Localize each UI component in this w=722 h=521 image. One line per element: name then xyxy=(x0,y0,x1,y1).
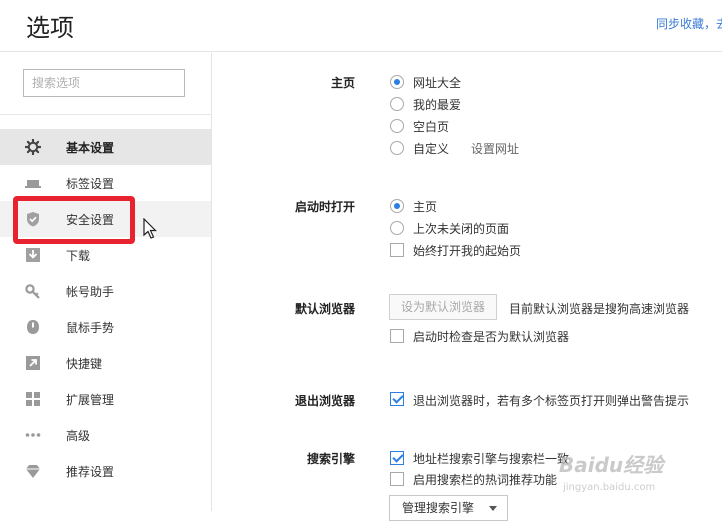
always-open-start-page-label: 始终打开我的起始页 xyxy=(413,244,522,258)
homepage-label: 主页 xyxy=(331,76,356,90)
default-browser-label: 默认浏览器 xyxy=(295,302,356,316)
sidebar: 基本设置 标签设置 安全设置 下载 帐号助手 xyxy=(0,53,212,511)
exit-warning-label: 退出浏览器时，若有多个标签页打开则弹出警告提示 xyxy=(413,394,690,408)
manage-search-engine-button[interactable]: 管理搜索引擎 xyxy=(389,495,508,521)
check-default-on-start-label: 启动时检查是否为默认浏览器 xyxy=(413,330,570,344)
sidebar-item-label: 鼠标手势 xyxy=(66,321,115,335)
sync-favorites-link[interactable]: 同步收藏，去 xyxy=(656,15,722,32)
homepage-radio-navigation[interactable] xyxy=(390,75,404,89)
highlight-annotation xyxy=(13,196,135,244)
exit-browser-label: 退出浏览器 xyxy=(295,394,356,408)
check-default-on-start-checkbox[interactable] xyxy=(390,329,404,343)
homepage-option-label: 网址大全 xyxy=(413,76,462,90)
sync-search-engine-checkbox[interactable] xyxy=(390,451,404,465)
sidebar-item-label: 帐号助手 xyxy=(66,285,115,299)
sidebar-item-label: 扩展管理 xyxy=(66,393,115,407)
hot-words-checkbox[interactable] xyxy=(390,472,404,486)
homepage-option-label: 空白页 xyxy=(413,120,450,134)
dots-icon xyxy=(25,433,41,437)
grid-icon xyxy=(26,392,40,406)
gear-icon xyxy=(25,139,41,155)
sidebar-item-account[interactable]: 帐号助手 xyxy=(0,273,211,309)
search-engine-label: 搜索引擎 xyxy=(307,452,356,466)
sidebar-item-shortcuts[interactable]: 快捷键 xyxy=(0,345,211,381)
sidebar-item-recommended[interactable]: 推荐设置 xyxy=(0,453,211,489)
homepage-radio-favorites[interactable] xyxy=(390,97,404,111)
startup-option-label: 主页 xyxy=(413,200,438,214)
watermark-brand: Baidu经验 xyxy=(559,453,666,477)
mouse-icon xyxy=(27,320,39,334)
always-open-start-page-checkbox[interactable] xyxy=(390,243,404,257)
sidebar-search xyxy=(0,53,211,115)
search-input[interactable] xyxy=(23,69,185,97)
sidebar-item-extensions[interactable]: 扩展管理 xyxy=(0,381,211,417)
download-icon xyxy=(26,248,40,262)
sidebar-item-basic[interactable]: 基本设置 xyxy=(0,129,211,165)
sidebar-item-label: 标签设置 xyxy=(66,177,115,191)
homepage-option-label: 自定义 xyxy=(413,142,450,156)
key-icon xyxy=(25,284,40,299)
set-default-browser-button[interactable]: 设为默认浏览器 xyxy=(389,294,497,320)
diamond-icon xyxy=(26,465,40,478)
watermark-url: jingyan.baidu.com xyxy=(562,482,655,493)
sync-search-engine-label: 地址栏搜索引擎与搜索栏一致 xyxy=(413,452,570,466)
sidebar-item-label: 高级 xyxy=(66,429,91,443)
sidebar-item-label: 快捷键 xyxy=(66,357,103,371)
sidebar-item-mouse-gesture[interactable]: 鼠标手势 xyxy=(0,309,211,345)
sidebar-item-advanced[interactable]: 高级 xyxy=(0,417,211,453)
sidebar-item-label: 基本设置 xyxy=(66,141,115,155)
shortcut-arrow-icon xyxy=(26,356,40,370)
startup-radio-last-session[interactable] xyxy=(390,221,404,235)
page-title: 选项 xyxy=(26,14,74,42)
chevron-down-icon xyxy=(489,506,497,511)
sidebar-item-label: 推荐设置 xyxy=(66,465,115,479)
baidu-jingyan-watermark: Baidu经验 jingyan.baidu.com xyxy=(559,453,666,493)
set-url-link[interactable]: 设置网址 xyxy=(471,140,519,157)
sidebar-item-label: 下载 xyxy=(66,249,91,263)
homepage-radio-custom[interactable] xyxy=(390,141,404,155)
homepage-option-label: 我的最爱 xyxy=(413,98,462,112)
default-browser-status: 目前默认浏览器是搜狗高速浏览器 xyxy=(509,302,690,316)
startup-radio-homepage[interactable] xyxy=(390,199,404,213)
hot-words-label: 启用搜索栏的热词推荐功能 xyxy=(413,473,558,487)
homepage-radio-blank[interactable] xyxy=(390,119,404,133)
startup-label: 启动时打开 xyxy=(295,200,356,214)
mouse-cursor-icon xyxy=(143,218,157,239)
manage-search-engine-label: 管理搜索引擎 xyxy=(402,501,475,515)
startup-option-label: 上次未关闭的页面 xyxy=(413,222,510,236)
tab-icon xyxy=(25,180,41,188)
header: 选项 同步收藏，去 xyxy=(0,0,722,52)
exit-warning-checkbox[interactable] xyxy=(390,392,404,406)
